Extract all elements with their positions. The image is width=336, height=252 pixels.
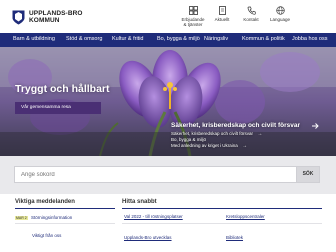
site-header: UPPLANDS-BRO KOMMUN Erbjudande & tjänste… (0, 0, 336, 33)
utility-contact[interactable]: Kontakt (240, 6, 262, 22)
arrow-right-icon: → (257, 131, 263, 137)
hero-title: Tryggt och hållbart (15, 83, 110, 95)
nav-item-barn-utbildning[interactable]: Barn & utbildning (13, 36, 55, 42)
quick-link-upplands-bro-utvecklas[interactable]: Upplands-Bro utvecklas (124, 235, 172, 240)
hero-cta-button[interactable]: Vår gemensamma resa (15, 102, 101, 114)
hero-card-link-1-label: Säkerhet, krisberedskap och civilt försv… (171, 131, 254, 136)
quick-links-divider (122, 208, 322, 209)
utility-language-label: Language (269, 17, 291, 22)
divider (122, 223, 322, 224)
brand-line-2: KOMMUN (29, 17, 60, 24)
brand-line-1: UPPLANDS-BRO (29, 10, 83, 17)
utility-services-label: Erbjudande & tjänster (181, 17, 205, 27)
document-icon (218, 6, 226, 15)
main-navigation: Barn & utbildning Stöd & omsorg Kultur &… (0, 33, 336, 47)
hero-card-link-3[interactable]: Med anledning av kriget i Ukraina → (171, 143, 247, 149)
hero-card-link-2[interactable]: Bo, bygga & miljö (171, 137, 206, 142)
nav-item-naringsliv[interactable]: Näringsliv (204, 36, 228, 42)
utility-language[interactable]: Language (268, 6, 292, 22)
important-message-item[interactable]: MAR 2 Störningsinformation (15, 215, 72, 220)
hero-card-link-2-label: Bo, bygga & miljö (171, 137, 207, 142)
quick-link-val-2022[interactable]: Val 2022 - till röstningsplatser (124, 214, 183, 219)
phone-icon (247, 6, 256, 15)
divider (15, 223, 115, 224)
quick-link-kretsloppscentraler[interactable]: Kretsloppscentraler (226, 214, 265, 219)
nav-item-bo-bygga-miljo[interactable]: Bo, bygga & miljö (157, 36, 200, 42)
quick-links-title: Hitta snabbt (122, 199, 157, 205)
hero-card-title[interactable]: Säkerhet, krisberedskap och civilt försv… (171, 122, 300, 129)
arrow-right-icon (312, 123, 319, 129)
nav-item-stod-omsorg[interactable]: Stöd & omsorg (66, 36, 102, 42)
search-button[interactable]: SÖK (296, 166, 320, 183)
brand-name[interactable]: UPPLANDS-BRO KOMMUN (29, 10, 83, 24)
important-messages-title: Viktiga meddelanden (15, 199, 75, 205)
quick-link-bibliotek[interactable]: Bibliotek (226, 235, 243, 240)
municipality-shield-icon[interactable] (12, 10, 25, 25)
nav-item-kultur-fritid[interactable]: Kultur & fritid (112, 36, 143, 42)
message-text: Viktigt från oss (32, 233, 62, 238)
utility-news-label: Aktuellt (214, 17, 230, 22)
important-message-item[interactable]: Viktigt från oss (32, 233, 61, 238)
hero-card-link-3-label: Med anledning av kriget i Ukraina (171, 143, 238, 148)
utility-services[interactable]: Erbjudande & tjänster (180, 6, 206, 27)
utility-news[interactable]: Aktuellt (212, 6, 232, 22)
grid-icon (188, 6, 198, 15)
nav-item-jobba-hos-oss[interactable]: Jobba hos oss (292, 36, 327, 42)
message-tag: MAR 2 (15, 216, 28, 220)
globe-icon (275, 6, 285, 15)
important-messages-divider (15, 208, 115, 209)
search-input[interactable] (14, 166, 296, 183)
arrow-right-icon: → (242, 143, 248, 149)
message-text: Störningsinformation (30, 215, 73, 220)
utility-contact-label: Kontakt (243, 17, 259, 22)
nav-item-kommun-politik[interactable]: Kommun & politik (242, 36, 285, 42)
